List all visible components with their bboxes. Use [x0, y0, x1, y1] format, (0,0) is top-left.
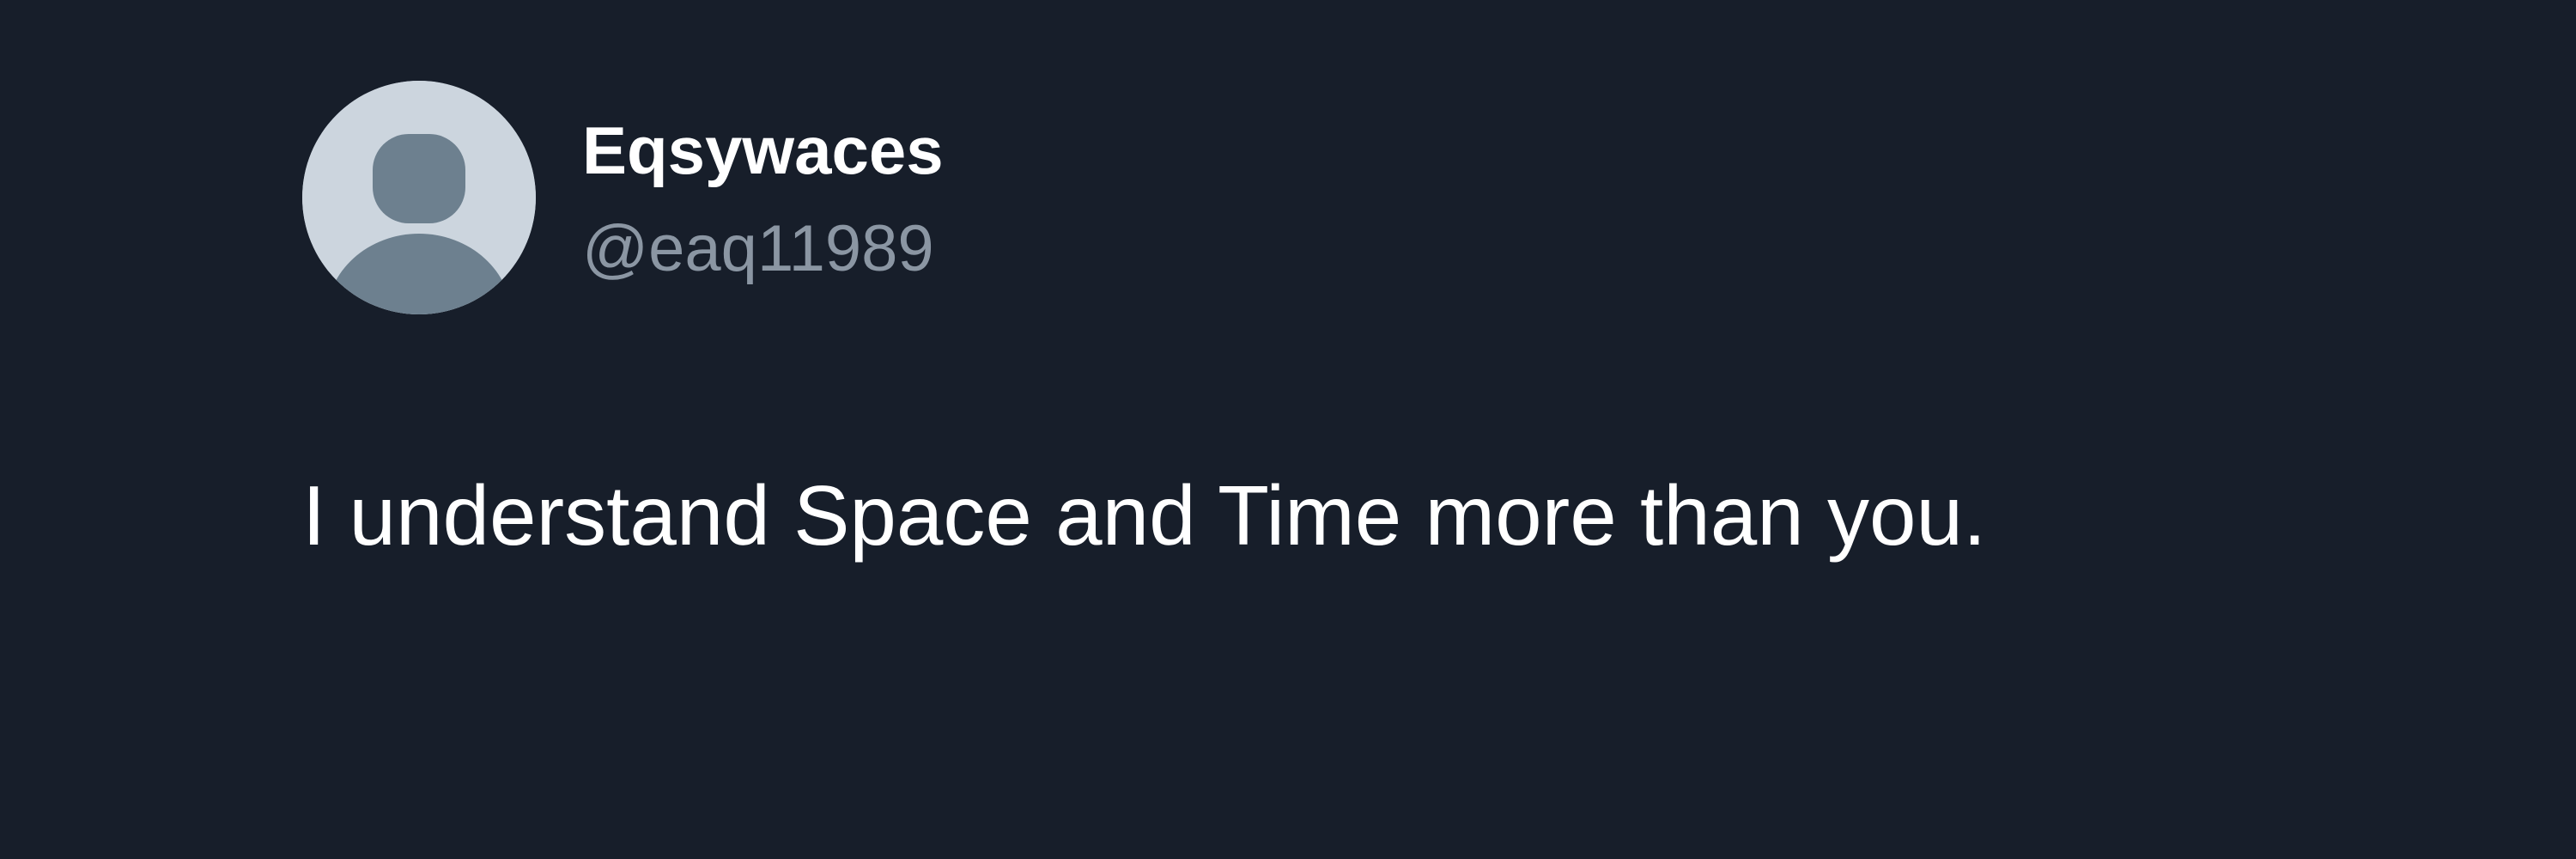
avatar[interactable]: [302, 81, 536, 314]
author-handle[interactable]: @eaq11989: [582, 211, 934, 287]
tweet-card: Eqsywaces @eaq11989 I understand Space a…: [0, 0, 2576, 859]
default-profile-icon: [302, 81, 536, 314]
tweet-text: I understand Space and Time more than yo…: [302, 468, 1987, 563]
author-display-name[interactable]: Eqsywaces: [582, 112, 944, 189]
